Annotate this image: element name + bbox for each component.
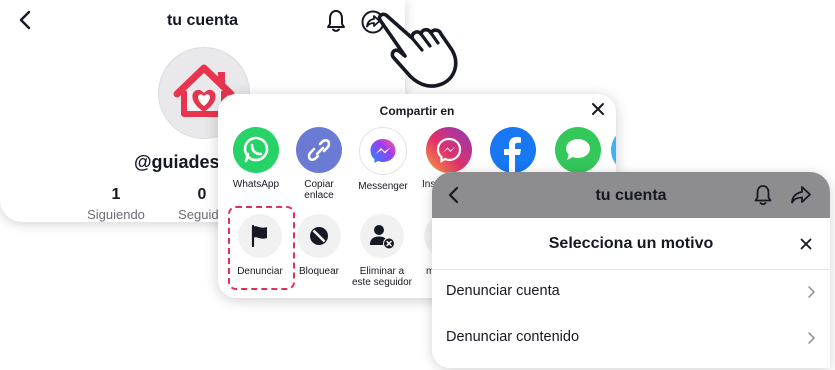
share-messenger[interactable]: Messenger	[350, 127, 416, 192]
app-label: Messenger	[358, 181, 408, 192]
stat-label: Siguiendo	[87, 207, 145, 222]
share-copy-link[interactable]: Copiar enlace	[286, 127, 352, 201]
flag-icon	[238, 214, 282, 258]
bell-icon[interactable]	[326, 9, 346, 33]
messenger-icon	[359, 127, 407, 175]
more-apps-icon[interactable]	[611, 127, 616, 173]
message-icon	[555, 127, 601, 173]
action-report[interactable]: Denunciar	[227, 214, 293, 277]
chevron-right-icon	[808, 286, 815, 298]
facebook-icon	[490, 127, 536, 173]
bell-icon[interactable]	[754, 184, 772, 206]
option-label: Denunciar contenido	[446, 329, 580, 345]
divider	[432, 269, 830, 270]
app-label: Copiar enlace	[304, 179, 334, 201]
reason-sheet: Selecciona un motivo Denunciar cuenta De…	[432, 218, 830, 368]
remove-follower-icon	[360, 214, 404, 258]
action-label: Denunciar	[237, 266, 283, 277]
stat-value: 1	[111, 186, 121, 203]
option-label: Denunciar cuenta	[446, 283, 560, 299]
close-icon[interactable]	[591, 102, 605, 116]
option-report-content[interactable]: Denunciar contenido	[446, 329, 816, 349]
chevron-right-icon	[808, 332, 815, 344]
share-sheet-title: Compartir en	[379, 104, 455, 118]
action-block[interactable]: Bloquear	[286, 214, 352, 277]
whatsapp-icon	[233, 127, 279, 173]
share-whatsapp[interactable]: WhatsApp	[223, 127, 289, 190]
app-label: WhatsApp	[232, 179, 280, 190]
pointing-hand-icon	[377, 12, 458, 88]
sheet-title: Selecciona un motivo	[548, 235, 714, 252]
link-icon	[296, 127, 342, 173]
dimmed-header: tu cuenta	[432, 172, 830, 218]
action-remove-follower[interactable]: Eliminar a este seguidor	[349, 214, 415, 288]
action-label: Eliminar a este seguidor	[351, 266, 413, 288]
share-arrow-icon[interactable]	[790, 185, 812, 205]
action-label: Bloquear	[298, 266, 340, 277]
report-screen: tu cuenta Selecciona un motivo Denunciar…	[432, 172, 830, 368]
instagram-messenger-icon	[426, 127, 472, 173]
block-icon	[297, 214, 341, 258]
share-messages[interactable]	[545, 127, 611, 173]
profile-handle: @guiadese	[134, 152, 230, 172]
close-icon[interactable]	[800, 238, 812, 250]
stat-following[interactable]: 1 Siguiendo	[86, 186, 146, 222]
option-report-account[interactable]: Denunciar cuenta	[446, 283, 816, 303]
share-facebook[interactable]	[480, 127, 546, 173]
